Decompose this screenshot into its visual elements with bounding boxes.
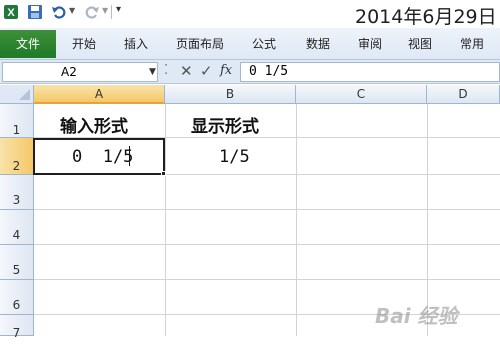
undo-icon[interactable]	[51, 4, 67, 20]
svg-text:X: X	[7, 7, 15, 19]
insert-function-icon[interactable]: fx	[220, 63, 232, 78]
redo-icon[interactable]	[84, 4, 100, 20]
name-box[interactable]: A2 ▼	[2, 62, 158, 82]
row-header-1[interactable]: 1	[0, 104, 34, 138]
grid-line	[165, 104, 166, 336]
select-all-corner[interactable]	[0, 85, 34, 104]
expand-handle-icon[interactable]: ⁚	[164, 63, 168, 78]
active-cell-border	[33, 138, 165, 175]
row-header-3[interactable]: 3	[0, 175, 34, 210]
fill-handle[interactable]	[161, 171, 166, 176]
row-header-6[interactable]: 6	[0, 280, 34, 315]
row-header-2[interactable]: 2	[0, 138, 34, 175]
redo-dropdown-icon[interactable]: ▼	[102, 6, 108, 15]
row-header-4[interactable]: 4	[0, 210, 34, 245]
save-icon[interactable]	[27, 4, 43, 20]
grid-line	[34, 209, 500, 210]
grid-line	[34, 279, 500, 280]
name-box-value: A2	[61, 65, 77, 79]
check-icon[interactable]: ✓	[200, 62, 213, 80]
chevron-down-icon[interactable]: ▼	[149, 63, 156, 81]
tab-page-layout[interactable]: 页面布局	[168, 30, 232, 58]
grid-line	[34, 244, 500, 245]
undo-dropdown-icon[interactable]: ▼	[69, 6, 75, 15]
toolbar-divider	[111, 5, 112, 19]
watermark: Bai 经验	[375, 304, 458, 328]
tab-formulas[interactable]: 公式	[240, 30, 288, 58]
row-header-7[interactable]: 7	[0, 315, 34, 340]
tab-common[interactable]: 常用	[448, 30, 496, 58]
window-title: 2014年6月29日	[355, 6, 497, 28]
tab-data[interactable]: 数据	[294, 30, 342, 58]
cell-b2[interactable]: 1/5	[219, 147, 250, 167]
cancel-icon[interactable]: ✕	[180, 62, 193, 80]
column-header-c[interactable]: C	[296, 85, 427, 104]
formula-input[interactable]: 0 1/5	[240, 62, 500, 82]
customize-icon[interactable]: ▾	[116, 4, 121, 15]
tab-review[interactable]: 审阅	[346, 30, 394, 58]
excel-icon: X	[3, 4, 19, 20]
cell-b1[interactable]: 显示形式	[191, 112, 259, 137]
column-header-a[interactable]: A	[34, 85, 165, 104]
column-header-d[interactable]: D	[427, 85, 500, 104]
tab-view[interactable]: 视图	[396, 30, 444, 58]
grid-line	[296, 104, 297, 336]
formula-controls: ⁚ ✕ ✓ fx	[160, 62, 240, 82]
tab-home[interactable]: 开始	[58, 30, 110, 58]
row-header-5[interactable]: 5	[0, 245, 34, 280]
tab-file[interactable]: 文件	[0, 30, 56, 58]
cell-a1[interactable]: 输入形式	[60, 112, 128, 137]
column-header-b[interactable]: B	[165, 85, 296, 104]
tab-insert[interactable]: 插入	[112, 30, 160, 58]
